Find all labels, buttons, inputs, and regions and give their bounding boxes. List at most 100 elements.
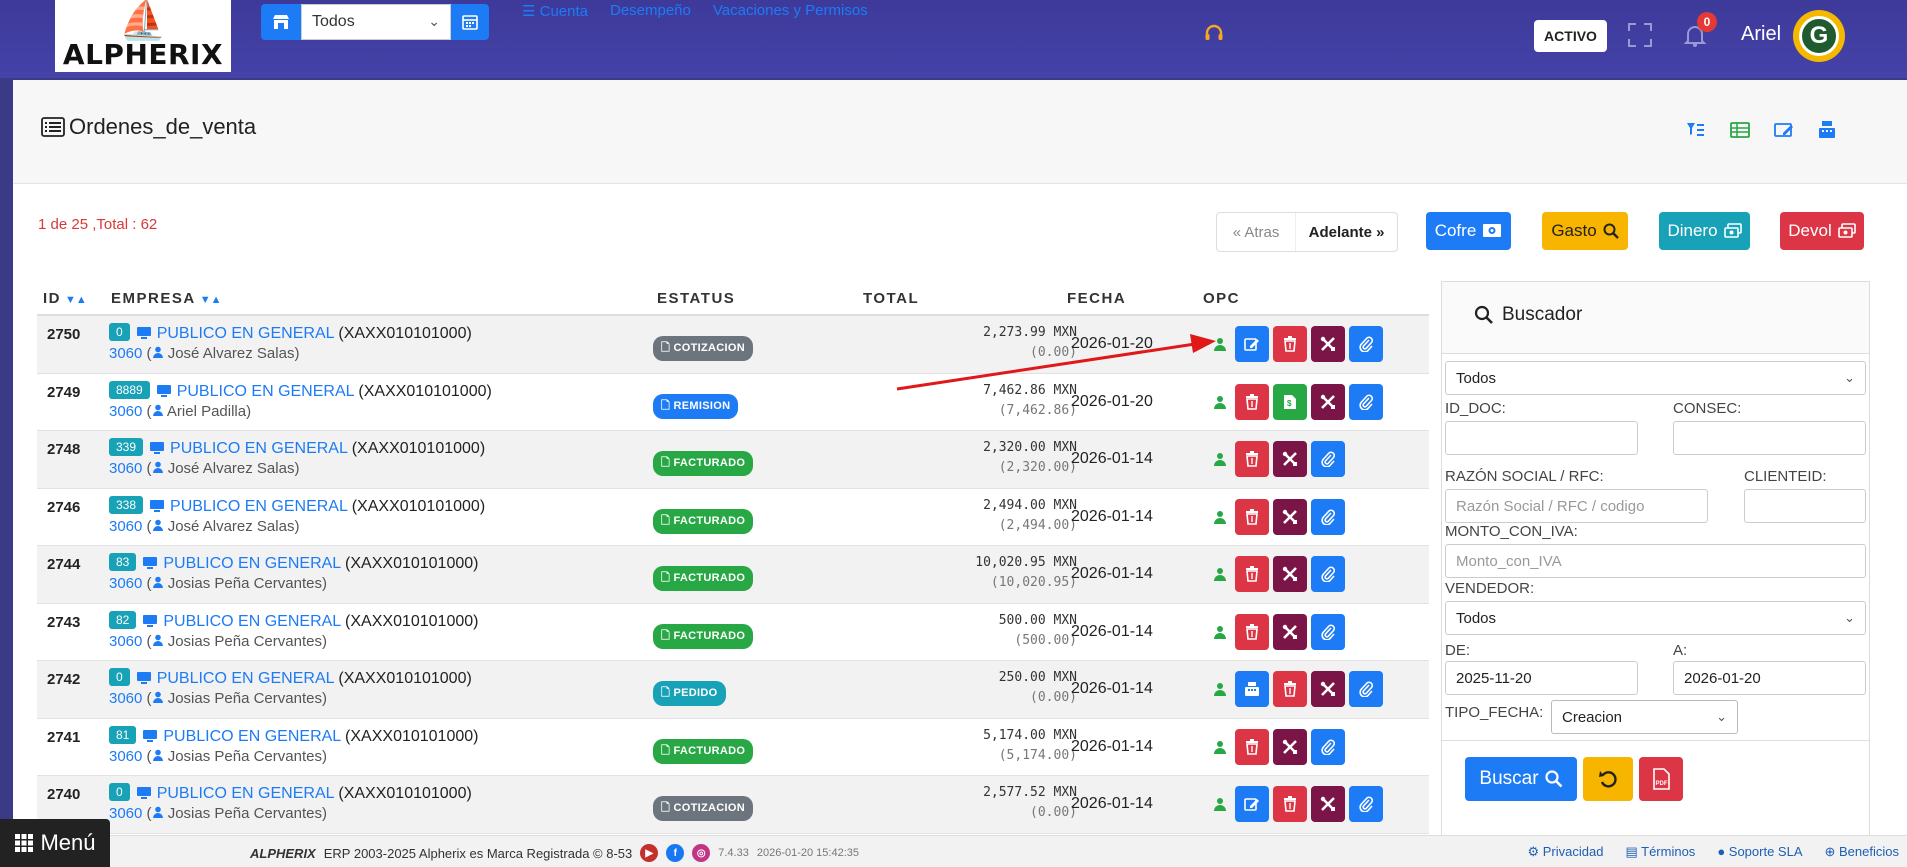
id-doc-input[interactable] — [1445, 421, 1638, 455]
attach-button[interactable] — [1311, 556, 1345, 592]
order-id[interactable]: 2749 — [47, 384, 80, 401]
tools-button[interactable] — [1273, 498, 1307, 535]
devol-button[interactable]: Devol — [1780, 212, 1864, 250]
razon-social-input[interactable]: Razón Social / RFC / codigo — [1445, 489, 1708, 523]
doc-number-badge[interactable]: 82 — [109, 610, 137, 629]
doc-number-badge[interactable]: 83 — [109, 553, 137, 571]
support-link[interactable]: ● Soporte SLA — [1717, 844, 1802, 860]
doc-number-badge[interactable]: 0 — [109, 323, 130, 341]
invoice-button[interactable]: $ — [1273, 383, 1307, 420]
attach-button[interactable] — [1349, 786, 1383, 822]
client-id-link[interactable]: 3060 — [109, 403, 142, 420]
attach-button[interactable] — [1349, 383, 1383, 420]
delete-button[interactable] — [1235, 383, 1269, 420]
tools-button[interactable] — [1273, 556, 1307, 592]
table-row[interactable]: 2748 339 PUBLICO EN GENERAL (XAXX01010100… — [37, 431, 1429, 489]
headset-icon[interactable] — [1203, 22, 1225, 50]
facebook-icon[interactable]: f — [666, 844, 685, 862]
calendar-icon[interactable] — [451, 4, 489, 40]
monto-input[interactable]: Monto_con_IVA — [1445, 544, 1866, 578]
doc-number-badge[interactable]: 0 — [109, 668, 130, 686]
doc-number-badge[interactable]: 338 — [109, 495, 144, 514]
tipo-fecha-select[interactable]: Creacion ⌄ — [1551, 700, 1738, 734]
benefits-link[interactable]: ⊕ Beneficios — [1825, 844, 1900, 860]
pdf-button[interactable]: PDF — [1639, 757, 1683, 801]
privacy-link[interactable]: ⚙ Privacidad — [1527, 844, 1603, 860]
empresa-link[interactable]: PUBLICO EN GENERAL — [163, 613, 340, 630]
sort-icon[interactable]: ▼▲ — [65, 294, 87, 306]
youtube-icon[interactable]: ▶ — [640, 844, 659, 862]
empresa-link[interactable]: PUBLICO EN GENERAL — [170, 498, 347, 515]
delete-button[interactable] — [1273, 326, 1307, 362]
empresa-link[interactable]: PUBLICO EN GENERAL — [177, 383, 354, 400]
edit-button[interactable] — [1235, 786, 1269, 822]
edit-card-icon[interactable] — [1774, 120, 1794, 140]
doc-number-badge[interactable]: 0 — [109, 783, 130, 801]
cofre-button[interactable]: Cofre — [1426, 212, 1511, 250]
empresa-link[interactable]: PUBLICO EN GENERAL — [170, 440, 347, 457]
table-row[interactable]: 2744 83 PUBLICO EN GENERAL (XAXX010101000… — [37, 546, 1429, 604]
delete-button[interactable] — [1235, 613, 1269, 650]
tools-button[interactable] — [1311, 326, 1345, 362]
dinero-button[interactable]: Dinero — [1659, 212, 1750, 250]
attach-button[interactable] — [1311, 613, 1345, 650]
gasto-button[interactable]: Gasto — [1542, 212, 1628, 250]
buscar-button[interactable]: Buscar — [1465, 757, 1577, 801]
user-name[interactable]: Ariel — [1741, 23, 1781, 46]
attach-button[interactable] — [1311, 441, 1345, 477]
empresa-link[interactable]: PUBLICO EN GENERAL — [157, 785, 334, 802]
logo[interactable]: ⛵ ALPHERIX — [55, 0, 231, 72]
terms-link[interactable]: ▤ Términos — [1625, 844, 1695, 860]
client-id-link[interactable]: 3060 — [109, 748, 142, 765]
doc-type-select[interactable]: Todos ⌄ — [1445, 361, 1866, 395]
client-id-link[interactable]: 3060 — [109, 460, 142, 477]
fullscreen-icon[interactable] — [1627, 22, 1653, 48]
order-id[interactable]: 2746 — [47, 499, 80, 516]
client-id-link[interactable]: 3060 — [109, 575, 142, 592]
order-id[interactable]: 2744 — [47, 556, 80, 573]
order-id[interactable]: 2741 — [47, 729, 80, 746]
tools-button[interactable] — [1273, 728, 1307, 765]
table-row[interactable]: 2746 338 PUBLICO EN GENERAL (XAXX01010100… — [37, 489, 1429, 546]
delete-button[interactable] — [1235, 498, 1269, 535]
date-from-input[interactable]: 2025-11-20 — [1445, 661, 1638, 695]
table-row[interactable]: 2740 0 PUBLICO EN GENERAL (XAXX010101000)… — [37, 776, 1429, 834]
store-select[interactable]: Todos ⌄ — [301, 4, 451, 40]
column-id[interactable]: ID ▼▲ — [43, 290, 87, 307]
table-row[interactable]: 2749 8889 PUBLICO EN GENERAL (XAXX0101010… — [37, 374, 1429, 431]
client-id-link[interactable]: 3060 — [109, 805, 142, 822]
order-id[interactable]: 2740 — [47, 786, 80, 803]
link-vacaciones[interactable]: Vacaciones y Permisos — [713, 2, 868, 20]
delete-button[interactable] — [1235, 728, 1269, 765]
table-row[interactable]: 2743 82 PUBLICO EN GENERAL (XAXX010101000… — [37, 604, 1429, 661]
link-desempeno[interactable]: Desempeño — [610, 2, 691, 20]
client-id-link[interactable]: 3060 — [109, 690, 142, 707]
next-page-button[interactable]: Adelante » — [1296, 213, 1397, 251]
table-row[interactable]: 2750 0 PUBLICO EN GENERAL (XAXX010101000)… — [37, 316, 1429, 374]
empresa-link[interactable]: PUBLICO EN GENERAL — [163, 728, 340, 745]
empresa-link[interactable]: PUBLICO EN GENERAL — [157, 670, 334, 687]
client-id-link[interactable]: 3060 — [109, 633, 142, 650]
tools-button[interactable] — [1273, 441, 1307, 477]
column-empresa[interactable]: EMPRESA ▼▲ — [111, 290, 221, 307]
attach-button[interactable] — [1311, 498, 1345, 535]
tools-button[interactable] — [1311, 383, 1345, 420]
sort-icon[interactable]: ▼▲ — [200, 294, 222, 306]
instagram-icon[interactable]: ◎ — [692, 844, 711, 862]
delete-button[interactable] — [1273, 786, 1307, 822]
table-row[interactable]: 2742 0 PUBLICO EN GENERAL (XAXX010101000)… — [37, 661, 1429, 719]
attach-button[interactable] — [1349, 326, 1383, 362]
prev-page-button[interactable]: « Atras — [1217, 213, 1297, 251]
date-to-input[interactable]: 2026-01-20 — [1673, 661, 1866, 695]
status-badge[interactable]: ACTIVO — [1534, 20, 1607, 52]
tools-button[interactable] — [1273, 613, 1307, 650]
client-id-link[interactable]: 3060 — [109, 518, 142, 535]
delete-button[interactable] — [1273, 671, 1307, 707]
client-id-link[interactable]: 3060 — [109, 345, 142, 362]
order-id[interactable]: 2750 — [47, 326, 80, 343]
tools-button[interactable] — [1311, 671, 1345, 707]
order-id[interactable]: 2742 — [47, 671, 80, 688]
menu-button[interactable]: Menú — [0, 819, 110, 867]
attach-button[interactable] — [1311, 728, 1345, 765]
consec-input[interactable] — [1673, 421, 1866, 455]
